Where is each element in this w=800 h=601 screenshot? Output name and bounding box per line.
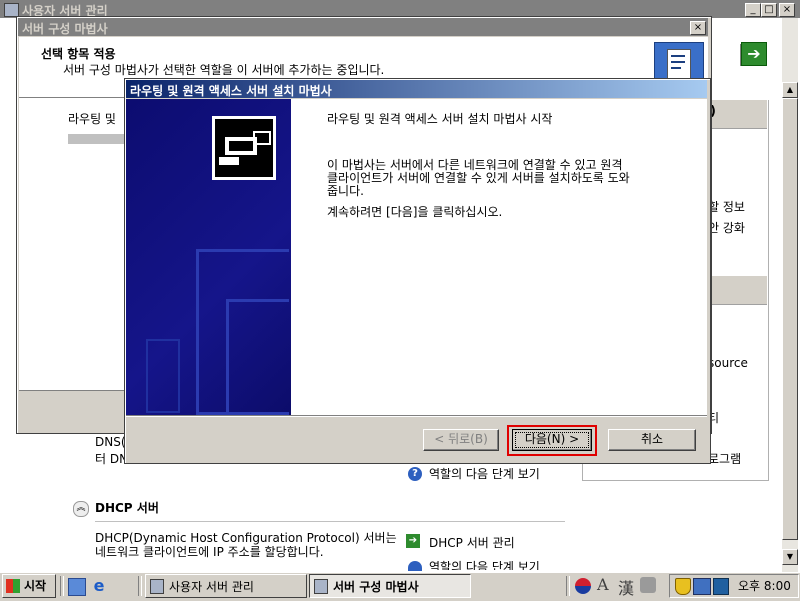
taskbar-item-label: 사용자 서버 관리 [169,580,254,594]
routing-wizard-title: 라우팅 및 원격 액세스 서버 설치 마법사 [130,84,332,98]
network-server-icon [212,116,276,180]
taskbar-item-label: 서버 구성 마법사 [333,580,419,594]
scroll-thumb[interactable] [782,98,798,540]
wizard-continue-text: 계속하려면 [다음]을 클릭하십시오. [327,205,503,219]
security-shield-icon[interactable] [675,578,691,595]
ime-hanja[interactable]: 漢 [618,575,634,599]
next-button-highlight [507,425,597,456]
bg-window-icon [4,3,19,17]
dhcp-section-title: DHCP 서버 [95,501,159,515]
dialog-footer-divider [126,415,707,417]
quicklaunch-separator-2 [138,576,142,596]
outer-progress-bar [68,134,128,144]
taskbar-item-config-wizard[interactable]: 서버 구성 마법사 [309,574,471,598]
ime-tools-icon[interactable] [640,577,656,593]
outer-wizard-titlebar [18,18,708,36]
taskbar-item-manage-server[interactable]: 사용자 서버 관리 [145,574,307,598]
help-icon: ? [408,467,422,481]
korea-flag-icon[interactable] [575,578,591,594]
config-wizard-icon [314,579,328,594]
outer-header-subtitle: 서버 구성 마법사가 선택한 역할을 이 서버에 추가하는 중입니다. [63,63,385,77]
network-warning-icon[interactable] [693,578,711,595]
ime-separator [566,576,570,596]
ime-mode-a[interactable]: A [597,575,609,594]
scroll-down-arrow[interactable]: ▼ [782,549,798,565]
back-button[interactable]: < 뒤로(B) [423,429,499,451]
dns-frag-1: DNS( [95,435,126,449]
quicklaunch-separator [60,576,64,596]
dhcp-divider [95,521,565,522]
cancel-button[interactable]: 취소 [608,429,696,451]
desktop-icon[interactable] [68,578,86,596]
next-steps-link[interactable]: 역할의 다음 단계 보기 [429,465,540,482]
clock[interactable]: 오후 8:00 [738,577,791,594]
outer-progress-label: 라우팅 및 [68,112,116,126]
outer-wizard-title: 서버 구성 마법사 [22,22,108,36]
minimize-button[interactable]: _ [745,3,761,17]
help-icon-2 [408,561,422,571]
dhcp-next-steps-link[interactable]: 역할의 다음 단계 보기 [429,558,540,570]
green-arrow-icon: ➔ [406,534,420,548]
windows-logo-icon [6,579,20,593]
collapse-chevron-icon[interactable]: ︽ [73,501,89,517]
dhcp-desc-2: 네트워크 클라이언트에 IP 주소를 할당합니다. [95,545,324,559]
wizard-content-area [291,99,707,415]
internet-explorer-icon[interactable]: e [90,577,108,595]
wizard-desc-2: 클라이언트가 서버에 연결할 수 있게 서버를 설치하도록 도와 [327,171,630,185]
manage-server-icon [150,579,164,594]
wizard-desc-3: 줍니다. [327,184,364,198]
start-label: 시작 [24,579,47,593]
outer-close-button[interactable]: × [690,21,706,35]
go-arrow-button[interactable]: ➔ [741,42,767,66]
wizard-heading: 라우팅 및 원격 액세스 서버 설치 마법사 시작 [327,112,553,126]
scroll-up-arrow[interactable]: ▲ [782,82,798,98]
dhcp-manage-link[interactable]: DHCP 서버 관리 [429,534,515,551]
outer-header-title: 선택 항목 적용 [41,47,116,61]
start-button[interactable]: 시작 [2,574,56,598]
close-button[interactable]: × [779,3,795,17]
maximize-button[interactable]: □ [761,3,777,17]
network-status-icon[interactable] [713,578,729,595]
